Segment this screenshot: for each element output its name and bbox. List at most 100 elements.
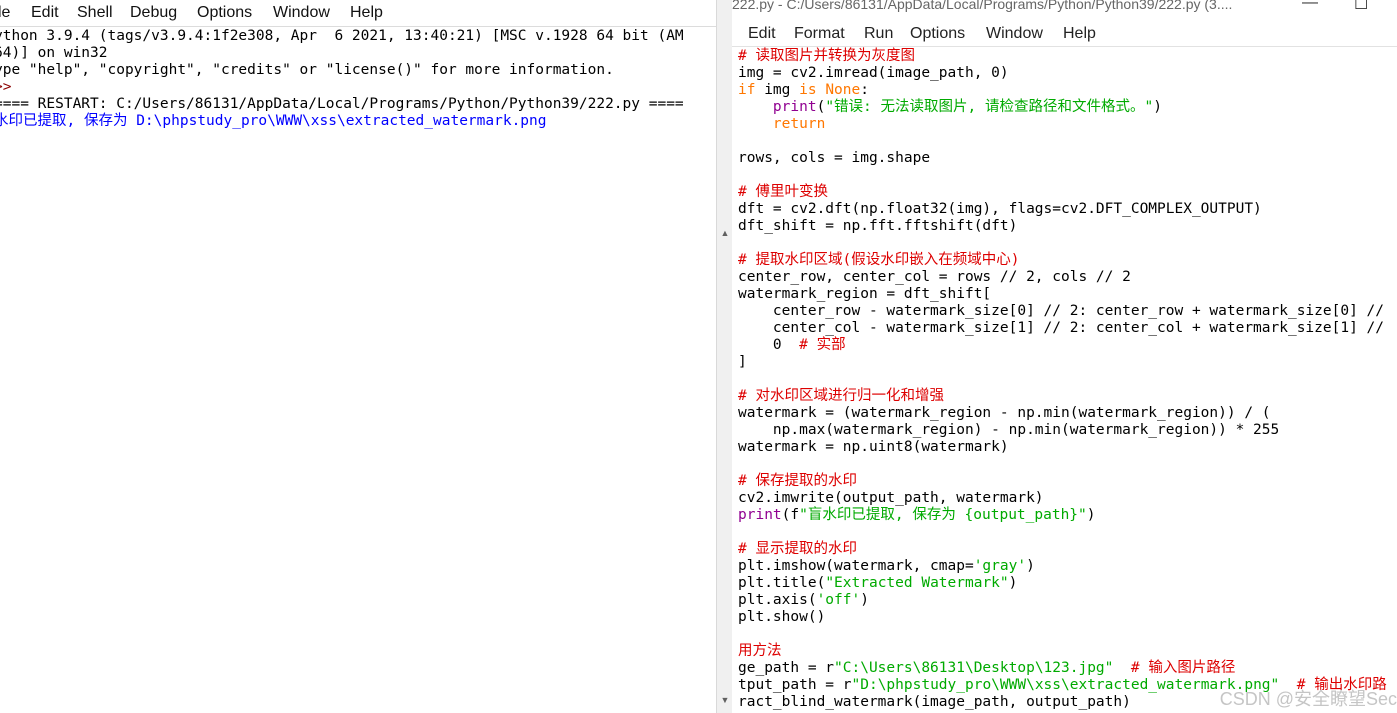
code-token: "盲水印已提取, 保存为 {output_path}" bbox=[799, 507, 1087, 523]
code-token: rows, cols = img.shape bbox=[738, 150, 931, 166]
code-token: print bbox=[738, 507, 782, 523]
code-token: plt.title( bbox=[738, 575, 826, 591]
code-token: (f bbox=[781, 507, 800, 523]
code-token: img = cv2.imread(image_path, 0) bbox=[738, 65, 1009, 81]
code-token: # 保存提取的水印 bbox=[738, 473, 857, 489]
code-token: "D:\phpstudy_pro\WWW\xss\extracted_water… bbox=[851, 677, 1280, 693]
code-token: ) bbox=[1086, 507, 1096, 523]
code-line: # 显示提取的水印 bbox=[738, 541, 1397, 558]
menu-shell[interactable]: Shell bbox=[77, 4, 113, 22]
code-token: "错误: 无法读取图片, 请检查路径和文件格式。" bbox=[825, 99, 1154, 115]
shell-line: ==== RESTART: C:/Users/86131/AppData/Loc… bbox=[0, 96, 684, 112]
editor-titlebar: 222.py - C:/Users/86131/AppData/Local/Pr… bbox=[732, 0, 1397, 20]
code-token: dft = cv2.dft(np.float32(img), flags=cv2… bbox=[738, 201, 1262, 217]
code-token: 用方法 bbox=[738, 643, 782, 659]
code-token: ) bbox=[1026, 558, 1035, 574]
menu-file[interactable]: le bbox=[0, 4, 10, 22]
code-line: dft_shift = np.fft.fftshift(dft) bbox=[738, 218, 1397, 235]
code-token: # 傅里叶变换 bbox=[738, 184, 828, 200]
code-token: watermark = (watermark_region - np.min(w… bbox=[738, 405, 1271, 421]
menu-divider bbox=[732, 46, 1397, 47]
code-token: center_row, center_col = rows // 2, cols… bbox=[738, 269, 1131, 285]
code-token: ] bbox=[738, 354, 747, 370]
code-token: ) bbox=[1153, 99, 1162, 115]
editor-menubar: Edit Format Run Options Window Help bbox=[732, 22, 1397, 46]
code-token: plt.axis( bbox=[738, 592, 817, 608]
shell-line: ype "help", "copyright", "credits" or "l… bbox=[0, 62, 614, 78]
editor-title: 222.py - C:/Users/86131/AppData/Local/Pr… bbox=[732, 0, 1233, 12]
code-token: np.max(watermark_region) - np.min(waterm… bbox=[738, 422, 1280, 438]
code-token: watermark_region = dft_shift[ bbox=[738, 286, 992, 302]
code-line: center_row - watermark_size[0] // 2: cen… bbox=[738, 303, 1397, 320]
python-shell-window: le Edit Shell Debug Options Window Help … bbox=[0, 0, 716, 713]
menu-edit[interactable]: Edit bbox=[31, 4, 59, 22]
code-token: cv2.imwrite(output_path, watermark) bbox=[738, 490, 1044, 506]
menu-options[interactable]: Options bbox=[197, 4, 252, 22]
code-token: img bbox=[755, 82, 800, 98]
code-area[interactable]: # 读取图片并转换为灰度图 img = cv2.imread(image_path… bbox=[738, 48, 1397, 711]
shell-output[interactable]: ython 3.9.4 (tags/v3.9.4:1f2e308, Apr 6 … bbox=[0, 28, 716, 130]
code-token: # 输入图片路径 bbox=[1130, 660, 1236, 676]
shell-line: 水印已提取, 保存为 D:\phpstudy_pro\WWW\xss\extra… bbox=[0, 113, 547, 129]
code-line: rows, cols = img.shape bbox=[738, 150, 1397, 167]
menu-window[interactable]: Window bbox=[273, 4, 330, 22]
menu-debug[interactable]: Debug bbox=[130, 4, 177, 22]
ed-menu-run[interactable]: Run bbox=[864, 25, 893, 43]
minimize-icon[interactable]: — bbox=[1302, 0, 1318, 12]
code-line: img = cv2.imread(image_path, 0) bbox=[738, 65, 1397, 82]
code-line: plt.axis('off') bbox=[738, 592, 1397, 609]
maximize-icon[interactable]: ☐ bbox=[1354, 0, 1368, 14]
ed-menu-help[interactable]: Help bbox=[1063, 25, 1096, 43]
shell-line: 64)] on win32 bbox=[0, 45, 108, 61]
code-token: 0 bbox=[738, 337, 800, 353]
ed-menu-format[interactable]: Format bbox=[794, 25, 845, 43]
code-line: if img is None: bbox=[738, 82, 1397, 99]
code-line: # 对水印区域进行归一化和增强 bbox=[738, 388, 1397, 405]
code-line: 用方法 bbox=[738, 643, 1397, 660]
shell-scrollbar[interactable]: ▲ ▼ bbox=[716, 0, 733, 713]
scroll-down-arrow-icon[interactable]: ▼ bbox=[717, 692, 733, 708]
code-token: watermark = np.uint8(watermark) bbox=[738, 439, 1009, 455]
ed-menu-window[interactable]: Window bbox=[986, 25, 1043, 43]
code-token: "C:\Users\86131\Desktop\123.jpg" bbox=[834, 660, 1114, 676]
code-token: ract_blind_watermark(image_path, output_… bbox=[738, 694, 1131, 710]
code-token: # 实部 bbox=[799, 337, 846, 353]
code-token: None bbox=[825, 82, 861, 98]
code-token: 'off' bbox=[816, 592, 861, 608]
code-token: if bbox=[738, 82, 756, 98]
ed-menu-edit[interactable]: Edit bbox=[748, 25, 776, 43]
code-token: center_row - watermark_size[0] // 2: cen… bbox=[738, 303, 1385, 319]
code-line: # 傅里叶变换 bbox=[738, 184, 1397, 201]
code-token: ) bbox=[860, 592, 869, 608]
code-line: plt.imshow(watermark, cmap='gray') bbox=[738, 558, 1397, 575]
code-token: : bbox=[860, 82, 869, 98]
menu-help[interactable]: Help bbox=[350, 4, 383, 22]
code-token: return bbox=[772, 116, 826, 132]
code-line: # 读取图片并转换为灰度图 bbox=[738, 48, 1397, 65]
code-line: watermark = np.uint8(watermark) bbox=[738, 439, 1397, 456]
code-token: plt.show() bbox=[738, 609, 826, 625]
editor-window: 222.py - C:/Users/86131/AppData/Local/Pr… bbox=[732, 0, 1397, 713]
code-token: print bbox=[772, 99, 817, 115]
code-token: # 读取图片并转换为灰度图 bbox=[738, 48, 915, 64]
code-line: plt.title("Extracted Watermark") bbox=[738, 575, 1397, 592]
code-line: 0 # 实部 bbox=[738, 337, 1397, 354]
scroll-up-arrow-icon[interactable]: ▲ bbox=[717, 225, 733, 241]
code-token: 'gray' bbox=[973, 558, 1027, 574]
code-token: ) bbox=[1008, 575, 1018, 591]
code-line: # 保存提取的水印 bbox=[738, 473, 1397, 490]
code-line: ] bbox=[738, 354, 1397, 371]
code-line: center_col - watermark_size[1] // 2: cen… bbox=[738, 320, 1397, 337]
code-token: tput_path = r bbox=[738, 677, 852, 693]
code-token: ( bbox=[816, 99, 826, 115]
ed-menu-options[interactable]: Options bbox=[910, 25, 965, 43]
shell-menubar: le Edit Shell Debug Options Window Help bbox=[0, 0, 716, 27]
